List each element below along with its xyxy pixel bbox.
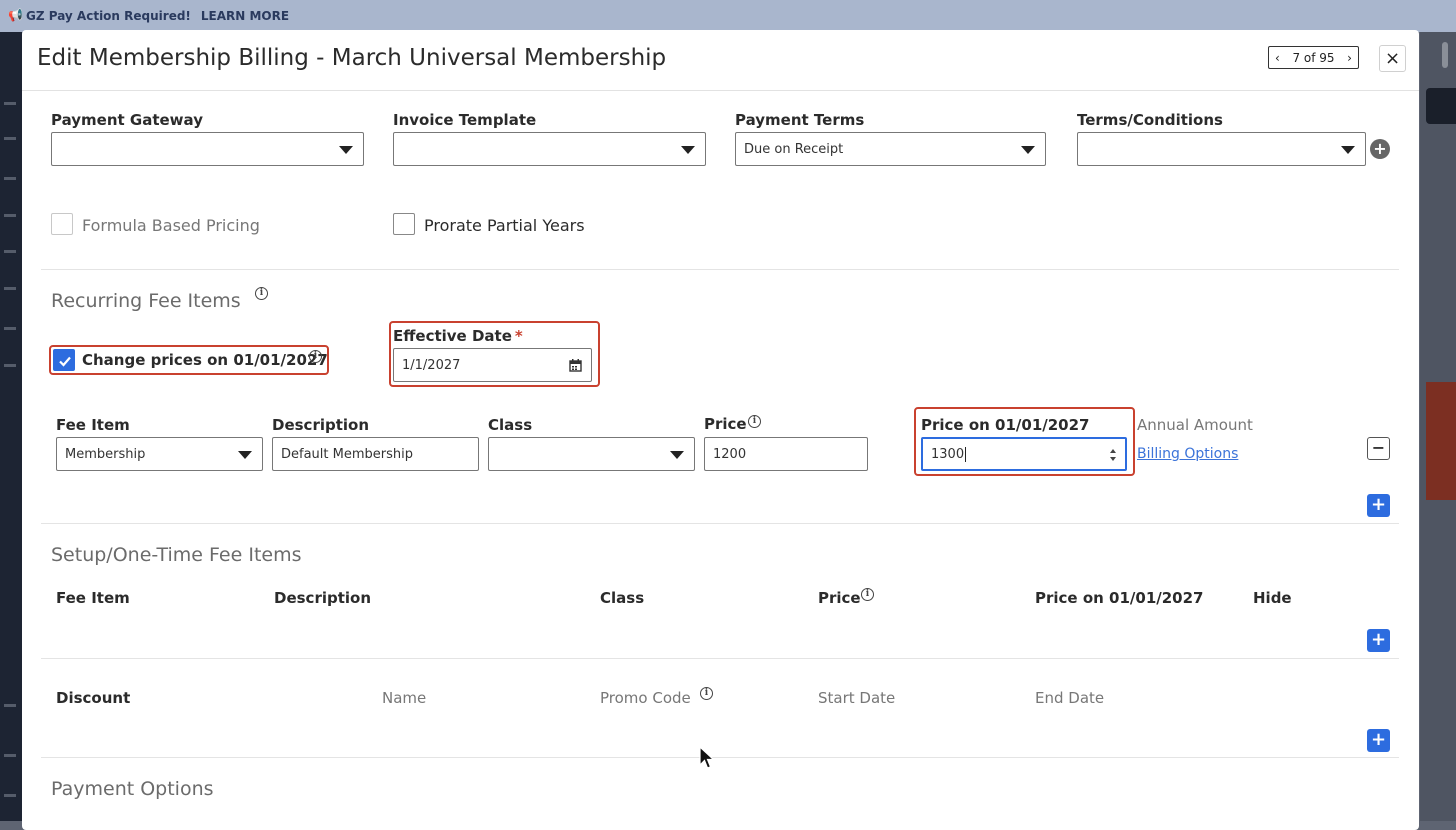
payment-terms-label: Payment Terms (735, 111, 865, 129)
discount-header: Discount (56, 689, 131, 707)
record-pager[interactable]: ‹ 7 of 95 › (1268, 46, 1359, 69)
pager-text: 7 of 95 (1292, 50, 1335, 65)
discount-name-header: Name (382, 689, 427, 707)
fee-item-select[interactable]: Membership (56, 437, 263, 471)
change-prices-label: Change prices on 01/01/2027 (82, 351, 328, 369)
invoice-template-select[interactable] (393, 132, 706, 166)
plus-icon: + (1370, 729, 1387, 750)
caret-down-icon (681, 146, 695, 154)
class-header: Class (488, 416, 533, 434)
announcement-banner: 📢 GZ Pay Action Required! LEARN MORE (0, 0, 1456, 32)
learn-more-link[interactable]: LEARN MORE (201, 9, 289, 23)
add-setup-fee-button[interactable]: + (1367, 629, 1390, 652)
close-icon: × (1384, 48, 1401, 69)
setup-hide-header: Hide (1253, 589, 1292, 607)
modal-title: Edit Membership Billing - March Universa… (37, 45, 667, 71)
payment-gateway-label: Payment Gateway (51, 111, 203, 129)
calendar-icon[interactable] (569, 359, 582, 372)
promo-code-header: Promo Code (600, 689, 691, 707)
spinner-arrows-icon[interactable] (1109, 448, 1117, 462)
checkmark-icon (59, 356, 71, 367)
add-recurring-fee-button[interactable]: + (1367, 494, 1390, 517)
effective-date-label: Effective Date * (393, 327, 523, 345)
price-on-header: Price on 01/01/2027 (921, 416, 1090, 434)
terms-conditions-label: Terms/Conditions (1077, 111, 1223, 129)
edit-billing-modal: Edit Membership Billing - March Universa… (22, 30, 1419, 830)
caret-down-icon (339, 146, 353, 154)
info-icon[interactable]: i (861, 588, 874, 601)
description-header: Description (272, 416, 370, 434)
chevron-right-icon[interactable]: › (1347, 52, 1352, 64)
plus-icon: + (1370, 629, 1387, 650)
divider (41, 269, 1399, 270)
close-button[interactable]: × (1379, 45, 1406, 72)
payment-options-title: Payment Options (51, 778, 214, 800)
invoice-template-label: Invoice Template (393, 111, 537, 129)
payment-terms-select[interactable]: Due on Receipt (735, 132, 1046, 166)
recurring-fee-items-title: Recurring Fee Items (51, 290, 241, 312)
setup-description-header: Description (274, 589, 372, 607)
divider (41, 658, 1399, 659)
effective-date-input[interactable]: 1/1/2027 (393, 348, 592, 382)
remove-row-button[interactable]: − (1367, 437, 1390, 460)
payment-gateway-select[interactable] (51, 132, 364, 166)
setup-class-header: Class (600, 589, 645, 607)
fee-item-header: Fee Item (56, 416, 130, 434)
setup-price-header: Price (818, 589, 861, 607)
plus-icon: + (1370, 494, 1387, 515)
add-terms-icon[interactable]: + (1370, 139, 1390, 159)
setup-fee-items-title: Setup/One-Time Fee Items (51, 544, 302, 566)
price-on-input[interactable]: 1300 (921, 437, 1127, 471)
divider (41, 757, 1399, 758)
billing-options-link[interactable]: Billing Options (1137, 446, 1238, 462)
info-icon[interactable]: i (309, 350, 322, 363)
caret-down-icon (1341, 146, 1355, 154)
background-sidebar (0, 32, 22, 821)
caret-down-icon (1021, 146, 1035, 154)
end-date-header: End Date (1035, 689, 1105, 707)
prorate-partial-years-checkbox[interactable] (393, 213, 415, 235)
terms-conditions-select[interactable] (1077, 132, 1366, 166)
side-tab[interactable] (1426, 382, 1456, 500)
banner-text: GZ Pay Action Required! (26, 9, 191, 23)
divider (41, 523, 1399, 524)
info-icon[interactable]: i (748, 415, 761, 428)
megaphone-icon: 📢 (8, 8, 23, 22)
class-select[interactable] (488, 437, 695, 471)
start-date-header: Start Date (818, 689, 896, 707)
caret-down-icon (238, 451, 252, 459)
description-input[interactable]: Default Membership (272, 437, 479, 471)
modal-header: Edit Membership Billing - March Universa… (22, 30, 1419, 91)
add-discount-button[interactable]: + (1367, 729, 1390, 752)
scrollbar[interactable] (1442, 42, 1448, 68)
mouse-cursor-icon (699, 746, 715, 769)
setup-price-on-header: Price on 01/01/2027 (1035, 589, 1204, 607)
prorate-partial-years-label: Prorate Partial Years (424, 216, 585, 235)
setup-fee-item-header: Fee Item (56, 589, 130, 607)
formula-based-pricing-checkbox[interactable] (51, 213, 73, 235)
background-right-panel (1420, 32, 1456, 821)
price-input[interactable]: 1200 (704, 437, 868, 471)
price-header: Price (704, 415, 747, 433)
info-icon[interactable]: i (700, 687, 713, 700)
change-prices-checkbox[interactable] (53, 349, 75, 371)
minus-icon: − (1371, 438, 1386, 457)
caret-down-icon (670, 451, 684, 459)
chevron-left-icon[interactable]: ‹ (1275, 52, 1280, 64)
formula-based-pricing-label: Formula Based Pricing (82, 216, 260, 235)
annual-amount-header: Annual Amount (1137, 416, 1253, 434)
info-icon[interactable]: i (255, 287, 268, 300)
